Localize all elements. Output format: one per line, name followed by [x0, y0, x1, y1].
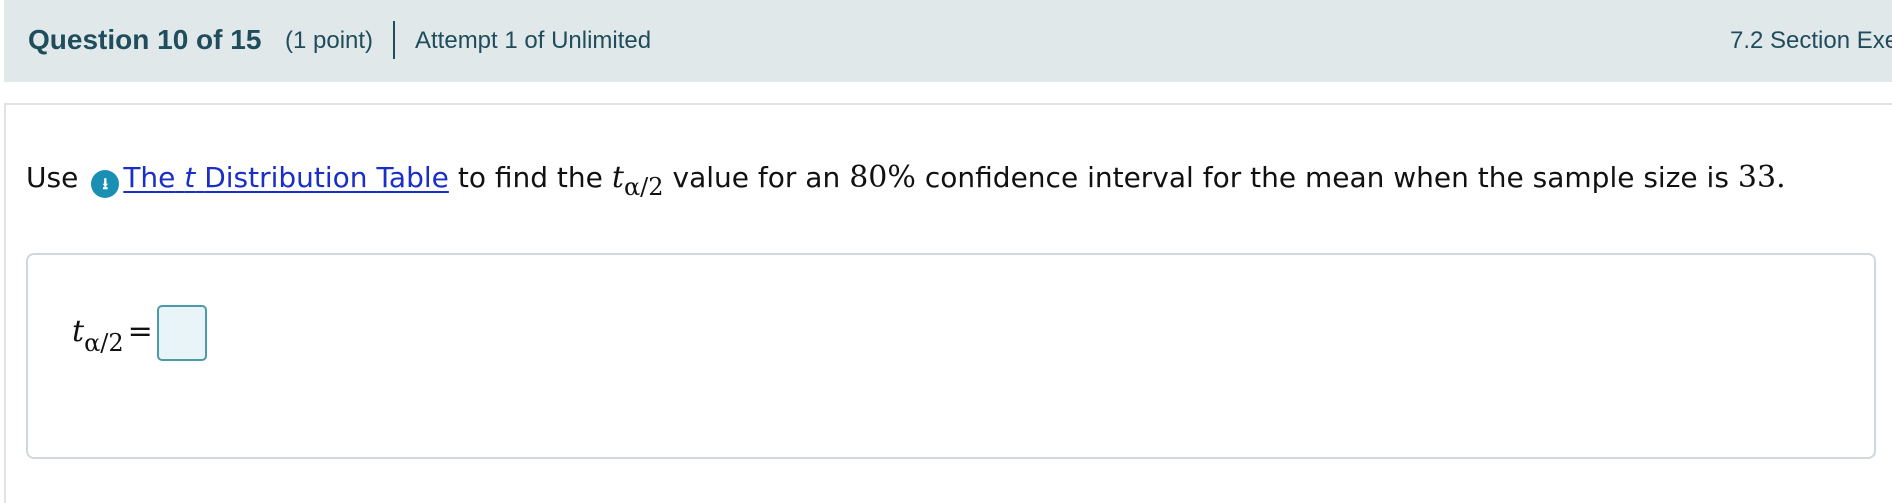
answer-area [26, 253, 1876, 459]
section-title: 7.2 Section Exe [1730, 27, 1892, 54]
download-circle-icon[interactable]: ⭳ [91, 170, 120, 198]
answer-input[interactable] [157, 305, 207, 361]
question-text-3: confidence interval for the mean when th… [924, 161, 1729, 194]
attempt-counter: Attempt 1 of Unlimited [415, 27, 652, 54]
t-alpha-symbol: tα/2 [611, 160, 664, 201]
answer-label: t α/2 = [72, 314, 153, 357]
sample-size: 33. [1737, 160, 1786, 195]
confidence-percent: 80% [849, 160, 916, 195]
question-text-2: value for an [672, 161, 841, 194]
question-prefix: Use [26, 161, 79, 194]
header-divider [393, 21, 395, 59]
question-header: Question 10 of 15 (1 point) Attempt 1 of… [4, 0, 1892, 82]
question-points: (1 point) [285, 27, 374, 54]
question-text-1: to find the [457, 161, 603, 194]
question-text: Use ⭳ The t Distribution Table to find t… [26, 160, 1786, 201]
question-number: Question 10 of 15 [28, 24, 262, 55]
t-distribution-table-link[interactable]: The t Distribution Table [123, 161, 449, 194]
